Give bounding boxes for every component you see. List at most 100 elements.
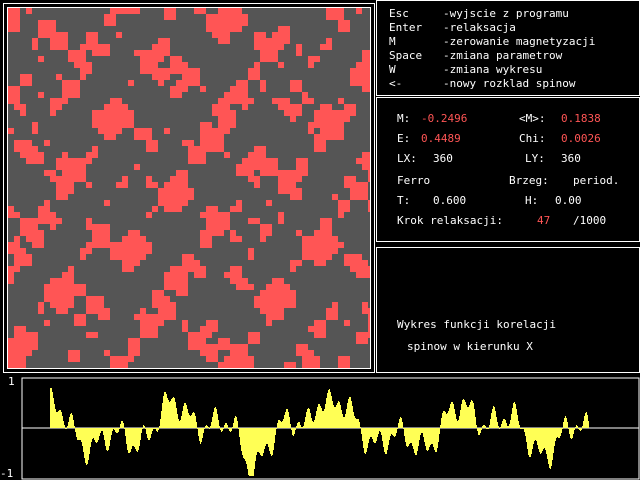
plot-bar — [405, 428, 406, 442]
plot-bar — [56, 412, 57, 428]
plot-bar — [367, 428, 368, 448]
plot-bar — [181, 416, 182, 428]
plot-bar — [303, 426, 304, 428]
plot-bar — [401, 418, 402, 428]
plot-bar — [248, 428, 249, 475]
plot-bar — [236, 417, 237, 428]
plot-bar — [307, 409, 308, 428]
magnetization-label: M: — [397, 112, 411, 125]
plot-bar — [295, 428, 296, 430]
plot-bar — [147, 428, 148, 438]
plot-bar — [588, 421, 589, 428]
plot-bar — [178, 419, 179, 428]
plot-bar — [284, 415, 285, 428]
plot-bar — [265, 428, 266, 446]
plot-bar — [314, 420, 315, 428]
plot-bar — [543, 428, 544, 449]
plot-bar — [541, 428, 542, 453]
plot-bar — [104, 428, 105, 440]
plot-bar — [247, 428, 248, 469]
plot-bar — [123, 423, 124, 428]
plot-bar — [84, 428, 85, 458]
plot-bar — [99, 428, 100, 436]
plot-bar — [386, 428, 387, 454]
plot-bar — [467, 407, 468, 428]
plot-bar — [448, 411, 449, 428]
lattice-frame — [3, 3, 375, 373]
plot-bar — [498, 426, 499, 428]
plot-bar — [577, 426, 578, 428]
plot-bar — [399, 419, 400, 428]
plot-bar — [509, 424, 510, 428]
plot-bar — [446, 414, 447, 428]
plot-bar — [469, 405, 470, 428]
correlation-plot-canvas — [21, 377, 640, 480]
plot-bar — [274, 428, 275, 443]
plot-bar — [148, 428, 149, 440]
plot-bar — [90, 428, 91, 447]
plot-bar — [225, 423, 226, 428]
energy-value: 0.4489 — [421, 132, 461, 145]
plot-bar — [271, 428, 272, 456]
plot-bar — [381, 428, 382, 435]
plot-bar — [396, 428, 397, 433]
plot-bar — [135, 428, 136, 449]
plot-bar — [436, 428, 437, 452]
plot-bar — [359, 422, 360, 428]
plot-bar — [423, 428, 424, 437]
plot-bar — [251, 428, 252, 476]
plot-bars — [50, 388, 589, 476]
plot-bar — [542, 428, 543, 451]
plot-bar — [335, 407, 336, 428]
plot-bar — [419, 428, 420, 440]
help-desc-backspace: -nowy rozklad spinow — [443, 77, 576, 90]
plot-bar — [328, 390, 329, 428]
plot-bar — [186, 405, 187, 428]
plot-bar — [195, 416, 196, 428]
plot-bar — [266, 428, 267, 444]
plot-bar — [414, 428, 415, 453]
plot-bar — [546, 428, 547, 454]
plot-bar — [63, 421, 64, 428]
plot-bar — [418, 428, 419, 446]
plot-bar — [375, 428, 376, 443]
plot-bar — [131, 428, 132, 449]
plot-bar — [176, 408, 177, 428]
plot-bar — [429, 428, 430, 447]
plot-bar — [558, 428, 559, 438]
plot-bar — [520, 428, 521, 429]
plot-bar — [343, 417, 344, 428]
plot-bar — [421, 428, 422, 433]
plot-bar — [397, 428, 398, 429]
plot-bar — [434, 428, 435, 450]
plot-bar — [510, 420, 511, 428]
relaxation-step-total: /1000 — [573, 214, 607, 227]
plot-bar — [557, 428, 558, 437]
plot-bar — [258, 428, 259, 452]
plot-bar — [172, 398, 173, 428]
plot-bar — [60, 410, 61, 428]
plot-bar — [368, 428, 369, 443]
plot-bar — [563, 422, 564, 428]
plot-bar — [319, 404, 320, 428]
lx-label: LX: — [397, 152, 417, 165]
plot-bar — [475, 417, 476, 428]
plot-bar — [120, 424, 121, 428]
plot-bar — [188, 413, 189, 428]
plot-bar — [389, 428, 390, 440]
plot-bar — [163, 396, 164, 428]
plot-bar — [339, 402, 340, 428]
plot-bar — [310, 413, 311, 428]
plot-bar — [376, 428, 377, 441]
plot-bar — [220, 428, 221, 430]
susceptibility-value: 0.0026 — [561, 132, 601, 145]
plot-bar — [572, 428, 573, 438]
energy-label: E: — [397, 132, 411, 145]
plot-bar — [451, 402, 452, 428]
plot-bar — [126, 428, 127, 444]
plot-bar — [485, 426, 486, 428]
plot-bar — [179, 421, 180, 428]
plot-bar — [433, 428, 434, 447]
plot-bar — [482, 426, 483, 428]
plot-bar — [267, 428, 268, 444]
